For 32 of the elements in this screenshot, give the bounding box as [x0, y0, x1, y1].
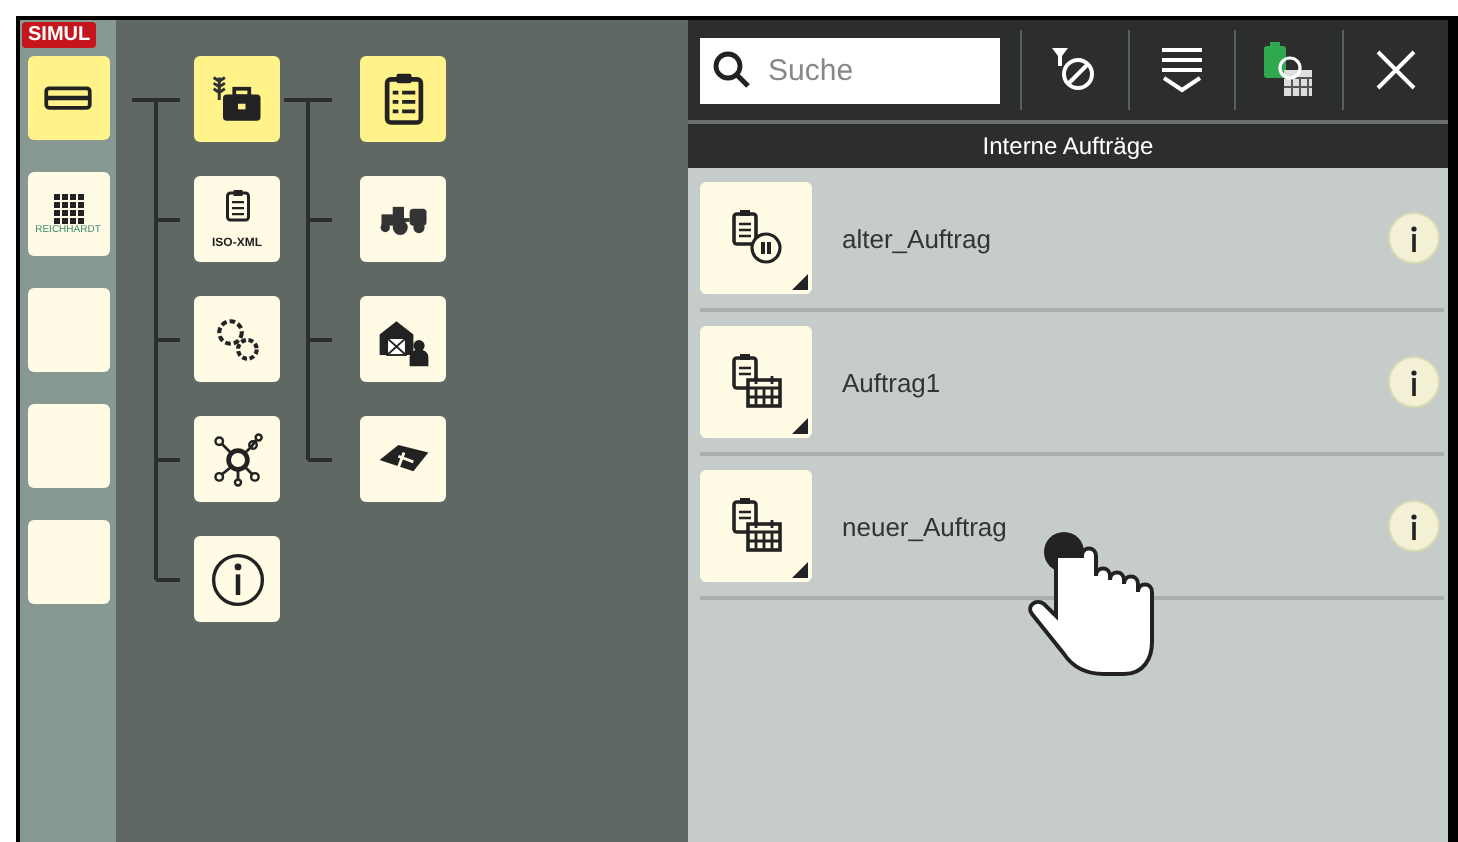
menu-tile[interactable]: [360, 296, 446, 382]
menu-tile[interactable]: [360, 56, 446, 142]
order-name[interactable]: Auftrag1: [842, 367, 1388, 397]
info-icon: [1410, 369, 1418, 395]
search-field[interactable]: Suche: [700, 37, 1000, 103]
order-name[interactable]: neuer_Auftrag: [842, 511, 1388, 541]
menu-tile[interactable]: [194, 56, 280, 142]
menu-tile[interactable]: [194, 296, 280, 382]
corner-mark: [792, 418, 808, 434]
menu-tile[interactable]: [194, 416, 280, 502]
menu-tile[interactable]: [360, 176, 446, 262]
list-title: Interne Aufträge: [982, 132, 1154, 160]
info-icon: [1410, 225, 1418, 251]
menu-tile[interactable]: [360, 416, 446, 502]
corner-mark: [792, 274, 808, 290]
order-name[interactable]: alter_Auftrag: [842, 223, 1388, 253]
info-button[interactable]: [1388, 212, 1440, 264]
simul-badge: SIMUL: [22, 22, 97, 48]
info-button[interactable]: [1388, 356, 1440, 408]
order-tile[interactable]: [700, 182, 812, 294]
menu-tile[interactable]: [194, 536, 280, 622]
info-icon: [1410, 513, 1418, 539]
order-tile[interactable]: [700, 470, 812, 582]
grid-icon: [53, 193, 83, 223]
card-icon: [42, 86, 94, 110]
sidebar-button[interactable]: [27, 56, 109, 140]
info-icon: [207, 549, 267, 609]
list-expand-icon: [1157, 44, 1206, 96]
corner-mark: [792, 562, 808, 578]
order-tile[interactable]: [700, 326, 812, 438]
close-icon: [1373, 48, 1418, 92]
info-button[interactable]: [1388, 500, 1440, 552]
